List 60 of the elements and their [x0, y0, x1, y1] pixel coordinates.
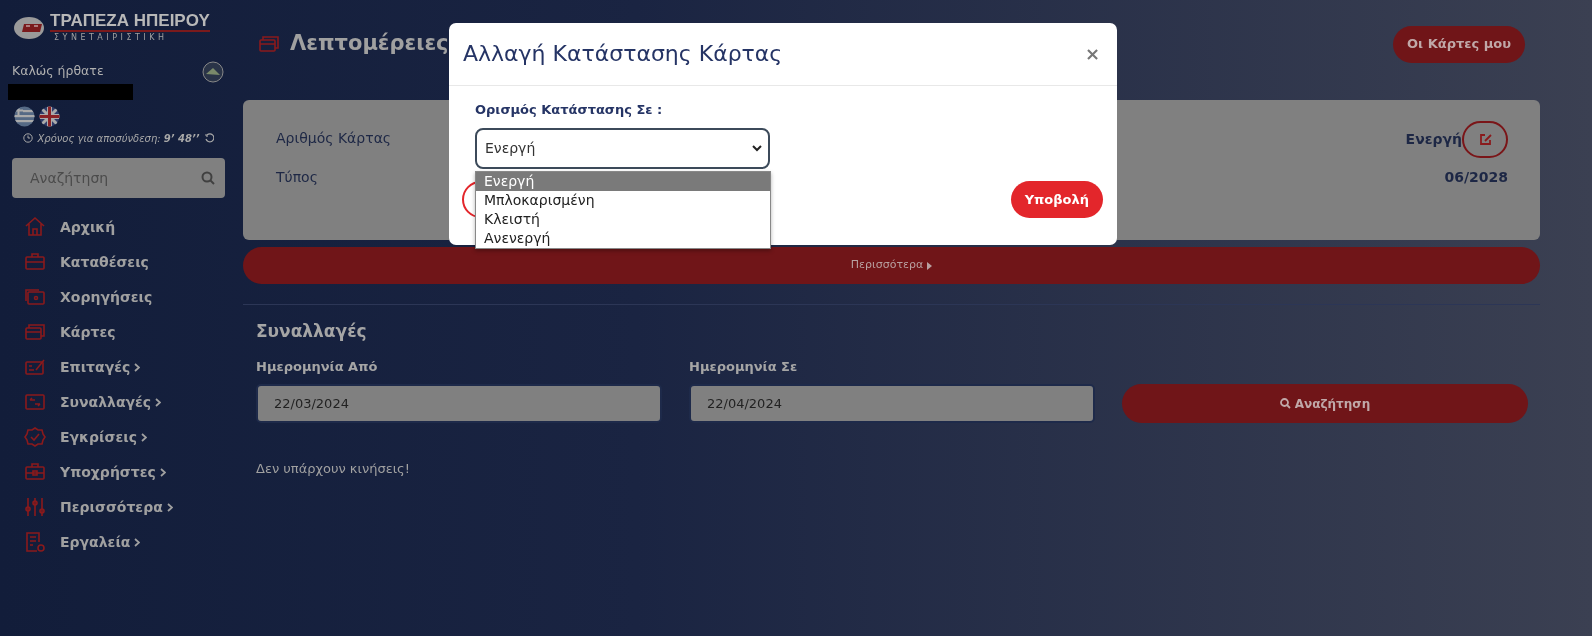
menu-item[interactable]: Αρχική [60, 216, 116, 238]
field-label: Τύπος [276, 168, 319, 187]
chevron-icon [134, 363, 141, 373]
document-gear-icon [24, 531, 46, 554]
menu-item[interactable]: Καταθέσεις [60, 251, 149, 273]
cards-icon [258, 33, 282, 55]
chevron-icon [159, 468, 166, 478]
bank-name: ΤΡΑΠΕΖΑ ΗΠΕΙΡΟΥ [50, 12, 210, 32]
menu-item[interactable]: Εγκρίσεις [60, 426, 147, 448]
session-timer: Χρόνος για αποσύνδεση: 9’ 48’’ [37, 131, 200, 146]
card-status: Ενεργή [1405, 130, 1462, 149]
section-title: Συναλλαγές [256, 320, 368, 343]
gear-check-icon [24, 426, 46, 449]
logo-icon [12, 14, 46, 41]
chevron-icon [166, 503, 173, 513]
greek-flag-icon [14, 105, 35, 127]
field-label: Ημερομηνία Σε [689, 357, 799, 376]
search-icon [1279, 398, 1291, 409]
status-select[interactable]: Ενεργή [475, 127, 770, 169]
menu-item[interactable]: Επιταγές [60, 356, 141, 378]
date-field[interactable]: 22/03/2024 [256, 384, 662, 423]
field-label: Αριθμός Κάρτας [276, 129, 392, 148]
menu-item[interactable]: Περισσότερα [60, 496, 173, 518]
field-label: Ημερομηνία Από [256, 357, 379, 376]
edit-icon [1478, 133, 1492, 146]
sliders-icon [24, 496, 46, 519]
chevron-down-icon [752, 144, 762, 152]
edit-button[interactable] [1462, 121, 1508, 158]
chevron-icon [155, 398, 162, 408]
more-button[interactable]: Περισσότερα [243, 247, 1540, 284]
menu-item[interactable]: Κάρτες [60, 321, 116, 343]
house-icon [24, 216, 46, 239]
modal-title: Αλλαγή Κατάστασης Κάρτας [463, 40, 783, 68]
page-title: Λεπτομέρειες [290, 30, 449, 58]
menu-item[interactable]: Εργαλεία [60, 531, 141, 553]
card-expiry: 06/2028 [1444, 168, 1508, 187]
empty-message: Δεν υπάρχουν κινήσεις! [256, 460, 411, 478]
date-field[interactable]: 22/04/2024 [689, 384, 1095, 423]
uk-flag-icon [39, 105, 60, 127]
welcome-text: Καλώς ήρθατε [12, 62, 104, 81]
menu-item[interactable]: Συναλλαγές [60, 391, 162, 413]
submit-button[interactable]: Υποβολή [1010, 181, 1103, 218]
clock-icon [23, 133, 34, 144]
field-label: Ορισμός Κατάστασης Σε : [475, 101, 664, 119]
bank-tagline: ΣΥΝΕΤΑΙΡΙΣΤΙΚΗ [53, 31, 169, 44]
dropdown-option[interactable]: Μπλοκαρισμένη [476, 191, 770, 210]
avatar-icon [201, 59, 225, 84]
dropdown-option[interactable]: Κλειστή [476, 210, 770, 229]
search-icon [201, 170, 215, 185]
caret-icon [927, 261, 933, 270]
chevron-icon [134, 538, 141, 548]
search-button[interactable]: Αναζήτηση [1122, 384, 1528, 423]
close-button[interactable]: × [1081, 45, 1103, 63]
refresh-icon [203, 133, 214, 144]
my-cards-button[interactable]: Οι Κάρτες μου [1393, 25, 1525, 63]
dropdown-option[interactable]: Ενεργή [476, 172, 770, 191]
chevron-icon [141, 433, 147, 443]
menu-item[interactable]: Υποχρήστες [60, 461, 166, 483]
dropdown-option[interactable]: Ανενεργή [476, 229, 770, 248]
menu-item[interactable]: Χορηγήσεις [60, 286, 153, 308]
